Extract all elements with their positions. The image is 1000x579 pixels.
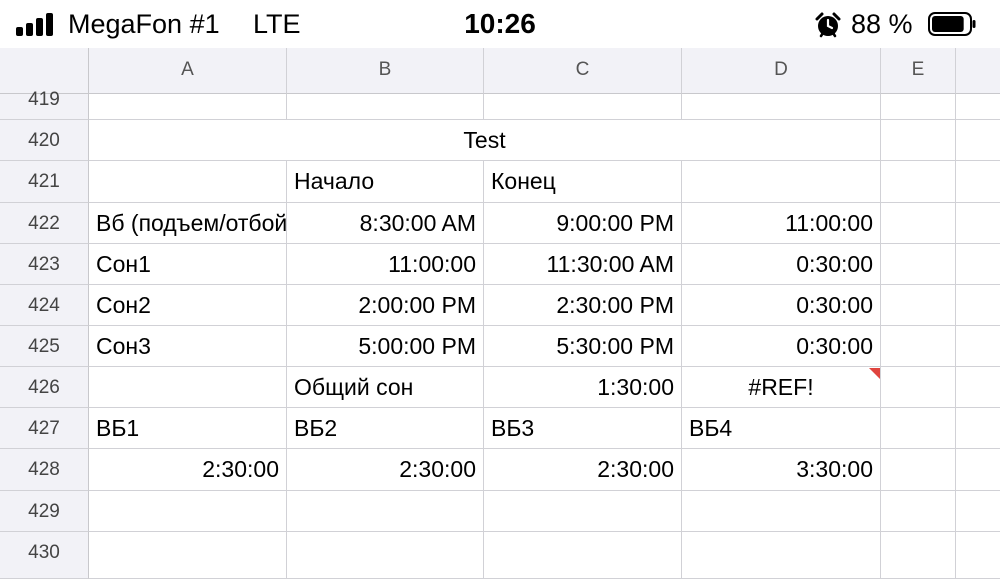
cell-a422[interactable]: Вб (подъем/отбой) xyxy=(89,203,287,244)
cell-b419[interactable] xyxy=(287,94,484,120)
cell-e429[interactable] xyxy=(881,491,956,532)
row-header-419[interactable]: 419 xyxy=(0,90,89,120)
cell-e427[interactable] xyxy=(881,408,956,449)
cell-a420-merged-title[interactable]: Test xyxy=(89,120,881,161)
cell-c427[interactable]: ВБ3 xyxy=(484,408,682,449)
row-header-427[interactable]: 427 xyxy=(0,408,89,449)
cell-b425[interactable]: 5:00:00 PM xyxy=(287,326,484,367)
status-bar: MegaFon #1 LTE 10:26 88 % xyxy=(0,0,1000,48)
cell-a430[interactable] xyxy=(89,532,287,579)
clock: 10:26 xyxy=(464,8,536,39)
cell-a423[interactable]: Сон1 xyxy=(89,244,287,285)
cell-c426[interactable]: 1:30:00 xyxy=(484,367,682,408)
cell-f424[interactable] xyxy=(956,285,1000,326)
comment-indicator-icon[interactable] xyxy=(869,368,880,379)
cell-f420[interactable] xyxy=(956,120,1000,161)
cell-d427[interactable]: ВБ4 xyxy=(682,408,881,449)
cell-a429[interactable] xyxy=(89,491,287,532)
cell-a428[interactable]: 2:30:00 xyxy=(89,449,287,491)
column-header-f[interactable] xyxy=(956,48,1000,94)
cell-d419[interactable] xyxy=(682,94,881,120)
row-header-428[interactable]: 428 xyxy=(0,449,89,491)
cell-f430[interactable] xyxy=(956,532,1000,579)
cell-e420[interactable] xyxy=(881,120,956,161)
cell-a421[interactable] xyxy=(89,161,287,203)
cell-c425[interactable]: 5:30:00 PM xyxy=(484,326,682,367)
cell-d430[interactable] xyxy=(682,532,881,579)
cell-f428[interactable] xyxy=(956,449,1000,491)
cell-f425[interactable] xyxy=(956,326,1000,367)
cell-d424[interactable]: 0:30:00 xyxy=(682,285,881,326)
cell-d423[interactable]: 0:30:00 xyxy=(682,244,881,285)
row-header-425[interactable]: 425 xyxy=(0,326,89,367)
cell-d428[interactable]: 3:30:00 xyxy=(682,449,881,491)
cell-a419[interactable] xyxy=(89,94,287,120)
cell-b429[interactable] xyxy=(287,491,484,532)
cell-f426[interactable] xyxy=(956,367,1000,408)
cell-e430[interactable] xyxy=(881,532,956,579)
row-header-429[interactable]: 429 xyxy=(0,491,89,532)
cell-e421[interactable] xyxy=(881,161,956,203)
cell-d421[interactable] xyxy=(682,161,881,203)
cell-b430[interactable] xyxy=(287,532,484,579)
cell-b421[interactable]: Начало xyxy=(287,161,484,203)
cell-d422[interactable]: 11:00:00 xyxy=(682,203,881,244)
cell-b423[interactable]: 11:00:00 xyxy=(287,244,484,285)
cell-c428[interactable]: 2:30:00 xyxy=(484,449,682,491)
cell-c422[interactable]: 9:00:00 PM xyxy=(484,203,682,244)
cell-f423[interactable] xyxy=(956,244,1000,285)
row-header-423[interactable]: 423 xyxy=(0,244,89,285)
cell-e424[interactable] xyxy=(881,285,956,326)
cell-e425[interactable] xyxy=(881,326,956,367)
cell-c423[interactable]: 11:30:00 AM xyxy=(484,244,682,285)
cell-b424[interactable]: 2:00:00 PM xyxy=(287,285,484,326)
column-header-e[interactable]: E xyxy=(881,48,956,94)
cell-d429[interactable] xyxy=(682,491,881,532)
column-header-c[interactable]: C xyxy=(484,48,682,94)
cell-c429[interactable] xyxy=(484,491,682,532)
alarm-icon xyxy=(815,12,841,38)
cell-e428[interactable] xyxy=(881,449,956,491)
column-header-d[interactable]: D xyxy=(682,48,881,94)
cell-f427[interactable] xyxy=(956,408,1000,449)
cell-a427[interactable]: ВБ1 xyxy=(89,408,287,449)
cell-c424[interactable]: 2:30:00 PM xyxy=(484,285,682,326)
cell-b422[interactable]: 8:30:00 AM xyxy=(287,203,484,244)
cell-a424[interactable]: Сон2 xyxy=(89,285,287,326)
cell-f429[interactable] xyxy=(956,491,1000,532)
cell-c430[interactable] xyxy=(484,532,682,579)
cell-f422[interactable] xyxy=(956,203,1000,244)
cell-d426-error[interactable]: #REF! xyxy=(682,367,881,408)
row-header-426[interactable]: 426 xyxy=(0,367,89,408)
cell-f421[interactable] xyxy=(956,161,1000,203)
cell-b427[interactable]: ВБ2 xyxy=(287,408,484,449)
cell-e419[interactable] xyxy=(881,94,956,120)
cell-e422[interactable] xyxy=(881,203,956,244)
select-all-corner[interactable] xyxy=(0,48,89,94)
battery-icon xyxy=(928,12,976,36)
cell-f419[interactable] xyxy=(956,94,1000,120)
cell-a426[interactable] xyxy=(89,367,287,408)
row-header-424[interactable]: 424 xyxy=(0,285,89,326)
battery-percent: 88 % xyxy=(851,9,913,39)
row-header-420[interactable]: 420 xyxy=(0,120,89,161)
cell-d425[interactable]: 0:30:00 xyxy=(682,326,881,367)
row-header-422[interactable]: 422 xyxy=(0,203,89,244)
cell-c419[interactable] xyxy=(484,94,682,120)
cell-c421[interactable]: Конец xyxy=(484,161,682,203)
row-header-421[interactable]: 421 xyxy=(0,161,89,203)
cell-b428[interactable]: 2:30:00 xyxy=(287,449,484,491)
cell-a425[interactable]: Сон3 xyxy=(89,326,287,367)
cell-e423[interactable] xyxy=(881,244,956,285)
column-header-a[interactable]: A xyxy=(89,48,287,94)
column-header-b[interactable]: B xyxy=(287,48,484,94)
row-header-430[interactable]: 430 xyxy=(0,532,89,579)
cell-b426[interactable]: Общий сон xyxy=(287,367,484,408)
cell-e426[interactable] xyxy=(881,367,956,408)
